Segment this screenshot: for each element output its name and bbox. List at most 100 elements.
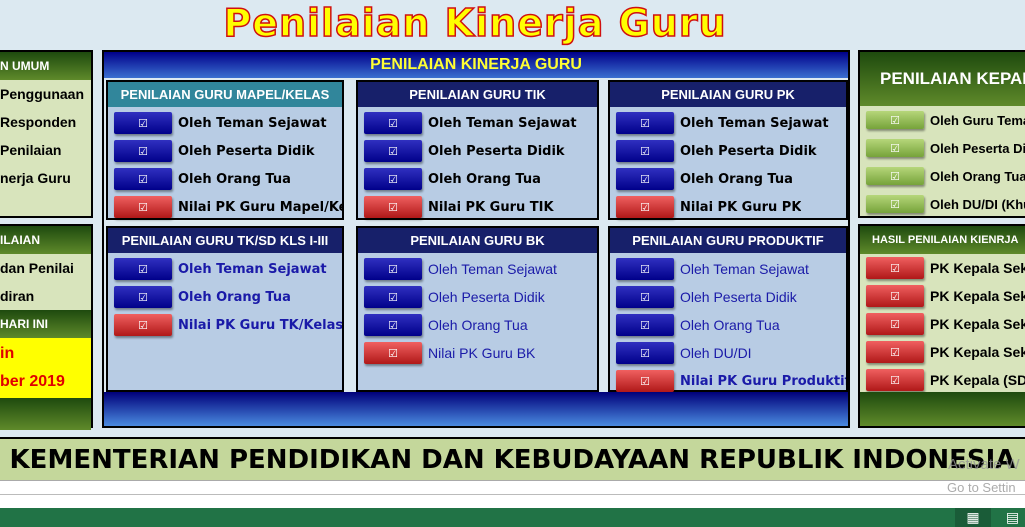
assessment-button[interactable]: ☑ Oleh Teman Sejawat [610, 109, 846, 137]
checkbox-icon[interactable]: ☑ [616, 258, 674, 280]
principal-assessment-button[interactable]: ☑ Oleh Orang Tua [860, 162, 1025, 190]
checkbox-icon[interactable]: ☑ [364, 258, 422, 280]
checkbox-icon[interactable]: ☑ [616, 342, 674, 364]
checkbox-icon[interactable]: ☑ [364, 314, 422, 336]
panel-penilaian-guru-pk: PENILAIAN GURU PK ☑ Oleh Teman Sejawat ☑ Ole… [608, 80, 848, 220]
status-bar: ▦ ▤ [0, 508, 1025, 527]
menu-item-label: Oleh Orang Tua [178, 171, 291, 187]
assessment-button[interactable]: ☑ Nilai PK Guru PK [610, 193, 846, 221]
assessment-button[interactable]: ☑ Oleh Orang Tua [358, 165, 597, 193]
assessment-button[interactable]: ☑ Nilai PK Guru TIK [358, 193, 597, 221]
left-menu-item[interactable]: dan Penilai [0, 254, 91, 282]
checkbox-icon[interactable]: ☑ [114, 196, 172, 218]
checkbox-icon[interactable]: ☑ [616, 168, 674, 190]
principal-assessment-button[interactable]: ☑ PK Kepala Sekol [860, 282, 1025, 310]
assessment-button[interactable]: ☑ Oleh Teman Sejawat [108, 109, 342, 137]
checkbox-icon[interactable]: ☑ [616, 314, 674, 336]
checkbox-icon[interactable]: ☑ [616, 140, 674, 162]
checkbox-icon[interactable]: ☑ [364, 286, 422, 308]
checkbox-icon[interactable]: ☑ [866, 257, 924, 279]
assessment-button[interactable]: ☑ Oleh Peserta Didik [358, 137, 597, 165]
assessment-button[interactable]: ☑ Oleh Teman Sejawat [358, 255, 597, 283]
principal-assessment-button[interactable]: ☑ Oleh DU/DI (Khus [860, 190, 1025, 218]
checkbox-icon[interactable]: ☑ [114, 258, 172, 280]
panel-title: PENILAIAN GURU BK [358, 228, 597, 253]
panel-title: PENILAIAN GURU TIK [358, 82, 597, 107]
principal-assessment-button[interactable]: ☑ Oleh Guru Teman [860, 106, 1025, 134]
checkbox-icon[interactable]: ☑ [866, 285, 924, 307]
assessment-button[interactable]: ☑ Oleh Peserta Didik [358, 283, 597, 311]
principal-assessment-button[interactable]: ☑ Oleh Peserta Didi [860, 134, 1025, 162]
left-menu-item[interactable]: nerja Guru [0, 164, 91, 192]
panel-title: PENILAIAN GURU TK/SD KLS I-III [108, 228, 342, 253]
menu-item-label: Oleh Orang Tua [428, 317, 528, 333]
principal-assessment-button[interactable]: ☑ PK Kepala Sekol [860, 254, 1025, 282]
assessment-button[interactable]: ☑ Oleh Peserta Didik [610, 137, 846, 165]
page-title: Penilaian Kinerja Guru [223, 0, 727, 46]
date-line: in [0, 345, 15, 362]
normal-view-icon[interactable]: ▦ [955, 508, 991, 527]
checkbox-icon[interactable]: ☑ [364, 196, 422, 218]
checkbox-icon[interactable]: ☑ [364, 140, 422, 162]
menu-item-label: Nilai PK Guru TK/Kelas I-III [178, 317, 342, 333]
menu-item-label: PK Kepala Sekol [930, 344, 1025, 360]
checkbox-icon[interactable]: ☑ [616, 286, 674, 308]
checkbox-icon[interactable]: ☑ [114, 314, 172, 336]
panel-title: PENILAIAN GURU PRODUKTIF [610, 228, 846, 253]
principal-assessment-button[interactable]: ☑ PK Kepala Sekol [860, 338, 1025, 366]
checkbox-icon[interactable]: ☑ [866, 167, 924, 185]
assessment-button[interactable]: ☑ Oleh Orang Tua [610, 165, 846, 193]
principal-assessment-button[interactable]: ☑ PK Kepala (SD/S [860, 366, 1025, 394]
panel-title: PENILAIAN GURU MAPEL/KELAS [108, 82, 342, 107]
checkbox-icon[interactable]: ☑ [364, 342, 422, 364]
principal-assessment-button[interactable]: ☑ PK Kepala Sekol [860, 310, 1025, 338]
assessment-button[interactable]: ☑ Oleh Peserta Didik [610, 283, 846, 311]
assessment-button[interactable]: ☑ Oleh Orang Tua [108, 283, 342, 311]
left-menu-item[interactable]: Responden [0, 108, 91, 136]
checkbox-icon[interactable]: ☑ [866, 195, 924, 213]
right-section-header: PENILAIAN KEPAL [860, 52, 1025, 106]
assessment-button[interactable]: ☑ Oleh Orang Tua [610, 311, 846, 339]
assessment-button[interactable]: ☑ Oleh DU/DI [610, 339, 846, 367]
checkbox-icon[interactable]: ☑ [616, 370, 674, 392]
assessment-button[interactable]: ☑ Oleh Orang Tua [358, 311, 597, 339]
panel-title: PENILAIAN GURU PK [610, 82, 846, 107]
page-layout-icon[interactable]: ▤ [1000, 508, 1025, 527]
checkbox-icon[interactable]: ☑ [114, 168, 172, 190]
assessment-button[interactable]: ☑ Oleh Peserta Didik [108, 137, 342, 165]
assessment-button[interactable]: ☑ Oleh Teman Sejawat [610, 255, 846, 283]
checkbox-icon[interactable]: ☑ [866, 139, 924, 157]
checkbox-icon[interactable]: ☑ [866, 341, 924, 363]
left-menu-item[interactable]: diran [0, 282, 91, 310]
menu-item-label: Oleh Peserta Didik [428, 289, 545, 305]
left-section-header: N UMUM [0, 52, 91, 80]
checkbox-icon[interactable]: ☑ [364, 168, 422, 190]
checkbox-icon[interactable]: ☑ [364, 112, 422, 134]
checkbox-icon[interactable]: ☑ [866, 111, 924, 129]
checkbox-icon[interactable]: ☑ [616, 196, 674, 218]
ministry-banner: KEMENTERIAN PENDIDIKAN DAN KEBUDAYAAN RE… [0, 437, 1025, 480]
menu-item-label: Oleh Orang Tua [428, 171, 541, 187]
left-menu-item[interactable]: Penilaian [0, 136, 91, 164]
assessment-button[interactable]: ☑ Nilai PK Guru BK [358, 339, 597, 367]
menu-item-label: Nilai PK Guru BK [428, 345, 536, 361]
assessment-button[interactable]: ☑ Nilai PK Guru Produktif [610, 367, 846, 395]
assessment-button[interactable]: ☑ Nilai PK Guru Mapel/Kelas [108, 193, 342, 221]
menu-item-label: Oleh Teman Sejawat [178, 115, 327, 131]
menu-item-label: Oleh Guru Teman [930, 112, 1025, 128]
checkbox-icon[interactable]: ☑ [866, 313, 924, 335]
assessment-button[interactable]: ☑ Oleh Teman Sejawat [108, 255, 342, 283]
left-menu-item[interactable]: Penggunaan [0, 80, 91, 108]
assessment-button[interactable]: ☑ Oleh Teman Sejawat [358, 109, 597, 137]
checkbox-icon[interactable]: ☑ [866, 369, 924, 391]
assessment-button[interactable]: ☑ Nilai PK Guru TK/Kelas I-III [108, 311, 342, 339]
checkbox-icon[interactable]: ☑ [616, 112, 674, 134]
panel-penilaian-guru-tk-sd-kls-i-iii: PENILAIAN GURU TK/SD KLS I-III ☑ Oleh Tema… [106, 226, 344, 392]
checkbox-icon[interactable]: ☑ [114, 286, 172, 308]
left-section-header: ILAIAN [0, 226, 91, 254]
date-line: ber 2019 [0, 373, 65, 390]
checkbox-icon[interactable]: ☑ [114, 140, 172, 162]
assessment-button[interactable]: ☑ Oleh Orang Tua [108, 165, 342, 193]
menu-item-label: Oleh Peserta Didik [680, 289, 797, 305]
checkbox-icon[interactable]: ☑ [114, 112, 172, 134]
